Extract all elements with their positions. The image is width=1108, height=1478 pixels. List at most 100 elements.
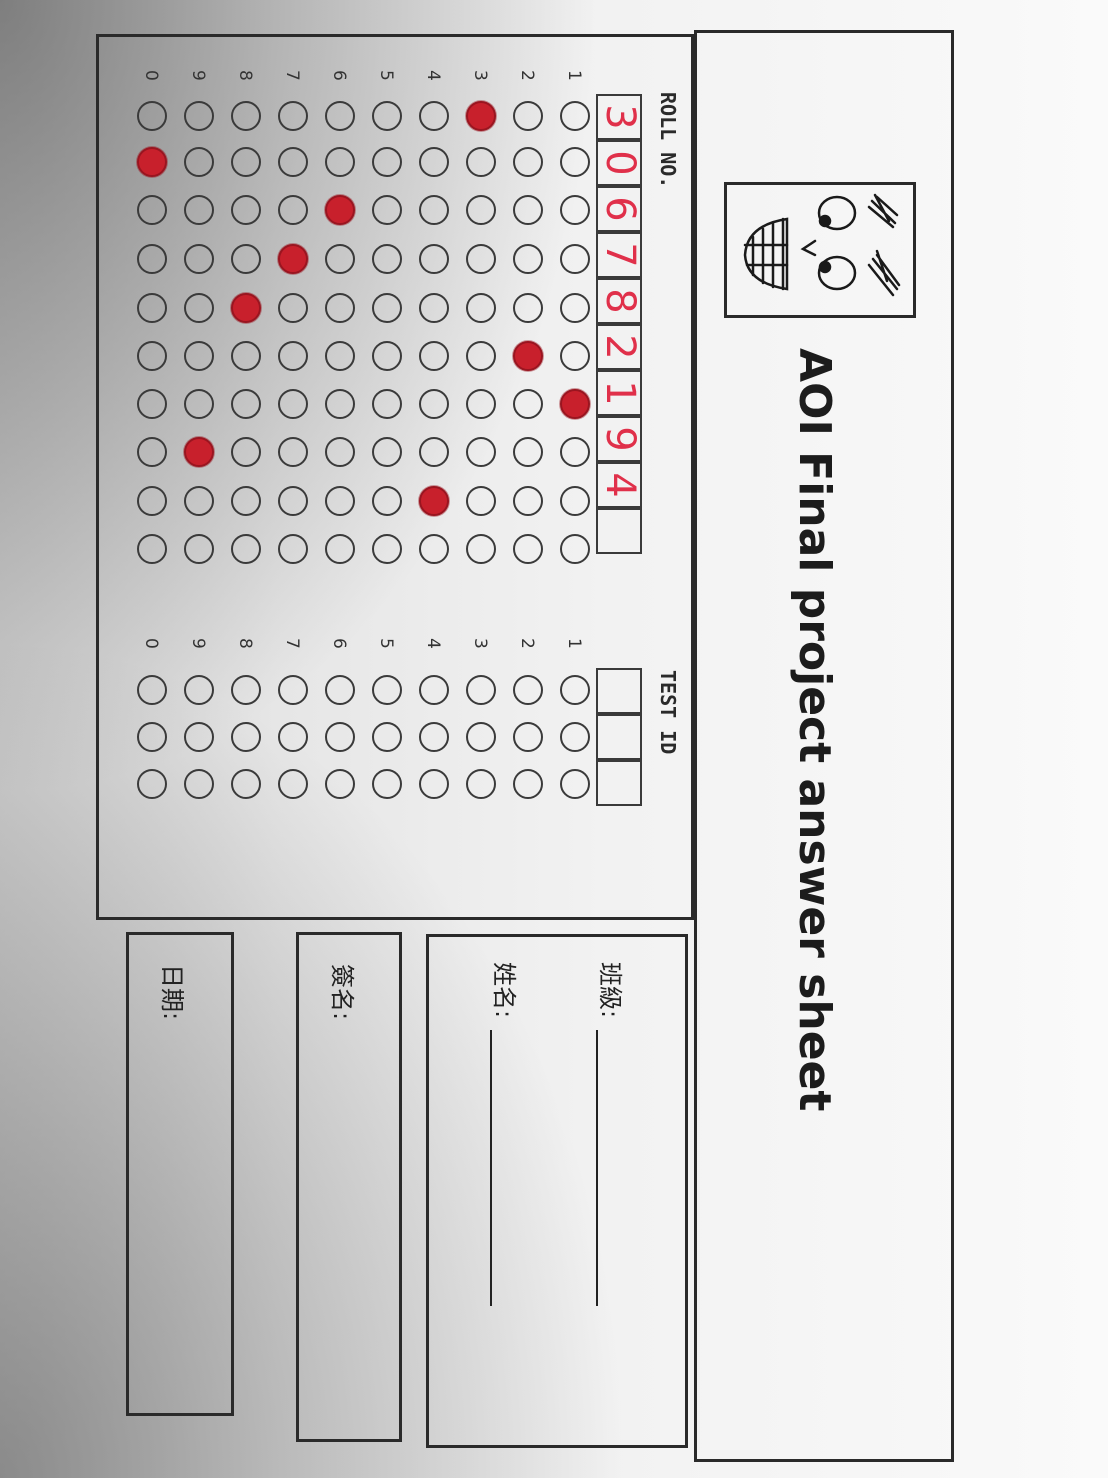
roll-bubble[interactable] — [325, 147, 355, 177]
roll-bubble[interactable] — [466, 195, 496, 225]
test-bubble[interactable] — [278, 675, 308, 705]
test-bubble[interactable] — [466, 675, 496, 705]
roll-bubble[interactable] — [137, 293, 167, 323]
roll-bubble[interactable] — [466, 486, 496, 516]
test-bubble[interactable] — [372, 769, 402, 799]
roll-bubble[interactable] — [419, 195, 449, 225]
roll-bubble[interactable] — [325, 101, 355, 131]
roll-bubble[interactable] — [137, 534, 167, 564]
roll-bubble[interactable] — [184, 534, 214, 564]
roll-bubble-filled[interactable] — [513, 341, 543, 371]
roll-bubble[interactable] — [184, 341, 214, 371]
roll-bubble[interactable] — [278, 195, 308, 225]
roll-bubble[interactable] — [372, 101, 402, 131]
test-bubble[interactable] — [325, 675, 355, 705]
roll-bubble[interactable] — [560, 534, 590, 564]
roll-bubble-filled[interactable] — [231, 293, 261, 323]
roll-bubble[interactable] — [419, 389, 449, 419]
roll-bubble[interactable] — [560, 244, 590, 274]
roll-bubble[interactable] — [372, 147, 402, 177]
roll-bubble[interactable] — [513, 293, 543, 323]
roll-bubble-filled[interactable] — [137, 147, 167, 177]
roll-bubble[interactable] — [419, 244, 449, 274]
test-bubble[interactable] — [372, 722, 402, 752]
roll-bubble[interactable] — [419, 147, 449, 177]
roll-bubble-filled[interactable] — [560, 389, 590, 419]
test-bubble[interactable] — [419, 675, 449, 705]
test-bubble[interactable] — [466, 769, 496, 799]
roll-bubble-filled[interactable] — [184, 437, 214, 467]
test-bubble[interactable] — [419, 769, 449, 799]
roll-bubble[interactable] — [560, 341, 590, 371]
roll-bubble[interactable] — [560, 147, 590, 177]
roll-bubble[interactable] — [372, 389, 402, 419]
roll-bubble[interactable] — [231, 147, 261, 177]
roll-bubble[interactable] — [513, 437, 543, 467]
roll-bubble[interactable] — [278, 437, 308, 467]
roll-bubble-filled[interactable] — [419, 486, 449, 516]
test-bubble[interactable] — [325, 722, 355, 752]
roll-bubble[interactable] — [466, 341, 496, 371]
roll-bubble[interactable] — [137, 195, 167, 225]
roll-bubble[interactable] — [231, 341, 261, 371]
roll-bubble[interactable] — [184, 147, 214, 177]
test-bubble[interactable] — [137, 769, 167, 799]
roll-bubble[interactable] — [466, 437, 496, 467]
test-bubble[interactable] — [466, 722, 496, 752]
roll-bubble[interactable] — [466, 534, 496, 564]
roll-bubble[interactable] — [372, 244, 402, 274]
roll-bubble[interactable] — [513, 195, 543, 225]
test-bubble[interactable] — [184, 722, 214, 752]
test-bubble[interactable] — [513, 769, 543, 799]
roll-bubble[interactable] — [231, 195, 261, 225]
test-bubble[interactable] — [231, 769, 261, 799]
roll-bubble[interactable] — [466, 389, 496, 419]
test-bubble[interactable] — [278, 722, 308, 752]
roll-bubble[interactable] — [560, 437, 590, 467]
roll-bubble[interactable] — [560, 195, 590, 225]
roll-bubble[interactable] — [419, 437, 449, 467]
test-bubble[interactable] — [325, 769, 355, 799]
roll-bubble[interactable] — [372, 534, 402, 564]
roll-bubble-filled[interactable] — [278, 244, 308, 274]
roll-bubble[interactable] — [137, 244, 167, 274]
name-underline[interactable] — [490, 1030, 492, 1306]
roll-bubble[interactable] — [466, 293, 496, 323]
roll-bubble[interactable] — [278, 101, 308, 131]
roll-bubble[interactable] — [278, 147, 308, 177]
roll-bubble[interactable] — [184, 101, 214, 131]
test-bubble[interactable] — [513, 722, 543, 752]
roll-bubble[interactable] — [419, 293, 449, 323]
roll-bubble[interactable] — [325, 534, 355, 564]
roll-bubble[interactable] — [466, 147, 496, 177]
test-bubble[interactable] — [137, 675, 167, 705]
roll-bubble[interactable] — [137, 101, 167, 131]
roll-bubble[interactable] — [137, 437, 167, 467]
roll-bubble[interactable] — [325, 341, 355, 371]
roll-bubble[interactable] — [231, 389, 261, 419]
roll-bubble[interactable] — [184, 486, 214, 516]
roll-bubble[interactable] — [184, 293, 214, 323]
test-bubble[interactable] — [560, 769, 590, 799]
roll-bubble[interactable] — [325, 437, 355, 467]
test-bubble[interactable] — [231, 675, 261, 705]
test-bubble[interactable] — [513, 675, 543, 705]
roll-bubble[interactable] — [419, 101, 449, 131]
roll-bubble[interactable] — [419, 534, 449, 564]
roll-bubble[interactable] — [325, 244, 355, 274]
roll-bubble[interactable] — [372, 437, 402, 467]
roll-bubble[interactable] — [231, 437, 261, 467]
roll-bubble[interactable] — [372, 293, 402, 323]
roll-bubble-filled[interactable] — [466, 101, 496, 131]
class-underline[interactable] — [596, 1030, 598, 1306]
roll-bubble[interactable] — [325, 389, 355, 419]
roll-bubble[interactable] — [513, 147, 543, 177]
roll-digit-box[interactable] — [596, 508, 642, 554]
roll-bubble[interactable] — [137, 389, 167, 419]
roll-bubble[interactable] — [372, 195, 402, 225]
roll-bubble[interactable] — [278, 389, 308, 419]
roll-bubble[interactable] — [278, 293, 308, 323]
roll-bubble[interactable] — [372, 486, 402, 516]
roll-bubble[interactable] — [278, 486, 308, 516]
roll-bubble[interactable] — [184, 389, 214, 419]
